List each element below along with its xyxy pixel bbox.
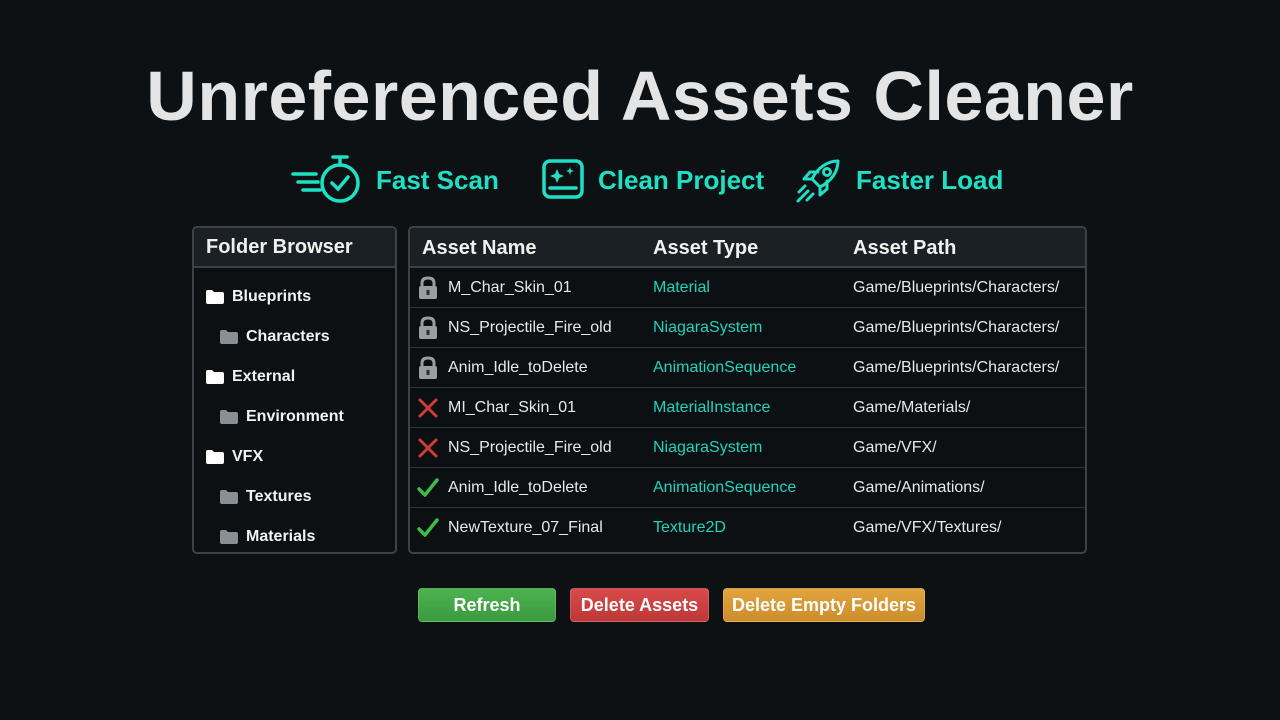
check-icon	[416, 516, 440, 540]
folder-icon	[206, 450, 224, 464]
folder-label: VFX	[232, 448, 264, 465]
feature-faster-load: Faster Load	[794, 148, 1003, 212]
stopwatch-icon	[290, 152, 364, 208]
folder-browser-panel: Folder Browser Blueprints Characters Ext…	[192, 226, 397, 554]
feature-label: Fast Scan	[376, 164, 499, 195]
asset-name: NewTexture_07_Final	[448, 519, 603, 536]
lock-icon	[416, 356, 440, 380]
lock-icon	[416, 316, 440, 340]
table-row[interactable]: NS_Projectile_Fire_old NiagaraSystem Gam…	[410, 308, 1085, 348]
folder-icon	[206, 290, 224, 304]
folder-icon	[220, 330, 238, 344]
table-row[interactable]: NewTexture_07_Final Texture2D Game/VFX/T…	[410, 508, 1085, 548]
folder-icon	[206, 370, 224, 384]
asset-path: Game/VFX/Textures/	[853, 519, 1002, 536]
folder-label: External	[232, 368, 296, 385]
folder-item-vfx[interactable]: VFX	[206, 445, 263, 469]
folder-item-blueprints[interactable]: Blueprints	[206, 285, 311, 309]
table-row[interactable]: Anim_Idle_toDelete AnimationSequence Gam…	[410, 348, 1085, 388]
folder-icon	[220, 530, 238, 544]
feature-fast-scan: Fast Scan	[290, 148, 499, 212]
folder-label: Textures	[246, 488, 312, 505]
folder-browser-title: Folder Browser	[194, 228, 395, 268]
folder-item-materials[interactable]: Materials	[220, 525, 315, 549]
table-header: Asset Name Asset Type Asset Path	[410, 228, 1085, 268]
feature-list: Fast Scan Clean Project Faster Load	[0, 148, 1280, 212]
lock-icon	[416, 276, 440, 300]
asset-path: Game/Blueprints/Characters/	[853, 359, 1060, 376]
asset-path: Game/Animations/	[853, 479, 985, 496]
delete-empty-folders-button[interactable]: Delete Empty Folders	[723, 588, 925, 622]
asset-type: NiagaraSystem	[653, 319, 763, 336]
feature-label: Clean Project	[598, 164, 765, 195]
folder-item-environment[interactable]: Environment	[220, 405, 344, 429]
asset-type: NiagaraSystem	[653, 439, 763, 456]
page-title: Unreferenced Assets Cleaner	[146, 57, 1134, 135]
check-icon	[416, 476, 440, 500]
asset-type: AnimationSequence	[653, 359, 797, 376]
asset-type: Material	[653, 279, 710, 296]
asset-name: Anim_Idle_toDelete	[448, 359, 588, 376]
folder-item-textures[interactable]: Textures	[220, 485, 312, 509]
asset-name: MI_Char_Skin_01	[448, 399, 577, 416]
asset-name: NS_Projectile_Fire_old	[448, 439, 612, 456]
table-row[interactable]: M_Char_Skin_01 Material Game/Blueprints/…	[410, 268, 1085, 308]
feature-clean-project: Clean Project	[540, 148, 764, 212]
feature-label: Faster Load	[856, 164, 1004, 195]
folder-icon	[220, 410, 238, 424]
folder-label: Environment	[246, 408, 344, 425]
asset-type: AnimationSequence	[653, 479, 797, 496]
table-row[interactable]: Anim_Idle_toDelete AnimationSequence Gam…	[410, 468, 1085, 508]
folder-label: Characters	[246, 328, 330, 345]
table-row[interactable]: MI_Char_Skin_01 MaterialInstance Game/Ma…	[410, 388, 1085, 428]
asset-type: MaterialInstance	[653, 399, 771, 416]
asset-name: NS_Projectile_Fire_old	[448, 319, 612, 336]
column-header-asset-path[interactable]: Asset Path	[853, 237, 956, 260]
folder-item-external[interactable]: External	[206, 365, 295, 389]
column-header-asset-name[interactable]: Asset Name	[422, 237, 537, 260]
sparkle-window-icon	[540, 157, 586, 203]
asset-path: Game/VFX/	[853, 439, 937, 456]
asset-table: Asset Name Asset Type Asset Path M_Char_…	[408, 226, 1087, 554]
refresh-button[interactable]: Refresh	[418, 588, 556, 622]
delete-assets-button[interactable]: Delete Assets	[570, 588, 709, 622]
folder-item-characters[interactable]: Characters	[220, 325, 330, 349]
cross-icon	[416, 396, 440, 420]
rocket-icon	[794, 155, 844, 205]
column-header-asset-type[interactable]: Asset Type	[653, 237, 758, 260]
asset-path: Game/Materials/	[853, 399, 971, 416]
asset-path: Game/Blueprints/Characters/	[853, 279, 1060, 296]
asset-name: M_Char_Skin_01	[448, 279, 572, 296]
cross-icon	[416, 436, 440, 460]
asset-path: Game/Blueprints/Characters/	[853, 319, 1060, 336]
asset-name: Anim_Idle_toDelete	[448, 479, 588, 496]
asset-type: Texture2D	[653, 519, 726, 536]
table-row[interactable]: NS_Projectile_Fire_old NiagaraSystem Gam…	[410, 428, 1085, 468]
folder-label: Materials	[246, 528, 316, 545]
folder-label: Blueprints	[232, 288, 312, 305]
folder-icon	[220, 490, 238, 504]
